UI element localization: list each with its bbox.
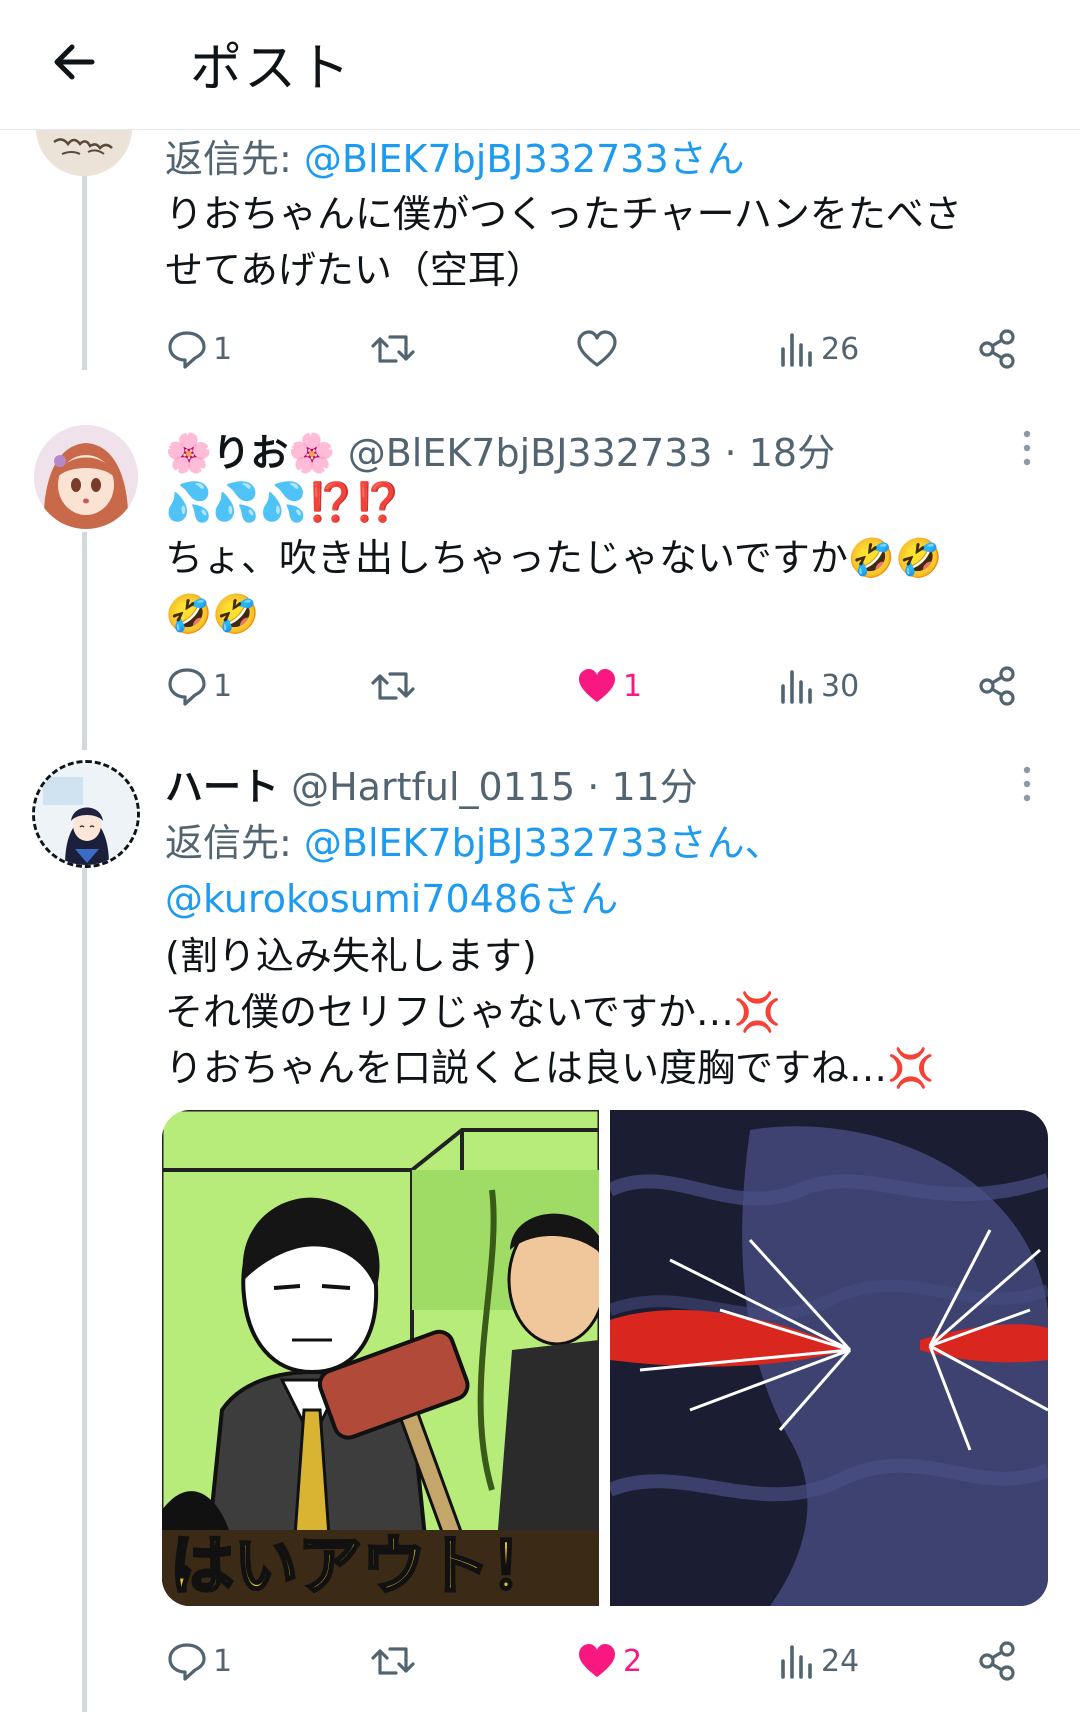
avatar-image — [35, 763, 137, 865]
reply-mention-link[interactable]: @kurokosumi70486さん — [165, 868, 618, 923]
arrow-left-icon[interactable] — [48, 36, 100, 88]
repost-icon — [371, 335, 415, 363]
display-name[interactable]: ハート — [165, 765, 279, 809]
like-count: 1 — [623, 668, 643, 704]
reply-to: 返信先: @BlEK7bjBJ332733さん — [165, 128, 745, 183]
post-header: ハート @Hartful_0115 · 11分 — [165, 756, 698, 811]
reply-icon — [168, 668, 206, 706]
reply-to: 返信先: @BlEK7bjBJ332733さん、 — [165, 812, 783, 867]
glowing-eyes-illustration — [610, 1110, 1048, 1606]
reply-to-label: 返信先: — [165, 137, 292, 181]
views-button[interactable]: 24 — [777, 1636, 859, 1686]
avatar-image — [34, 425, 138, 529]
action-bar: 1 2 24 — [165, 1636, 1035, 1686]
views-button[interactable]: 26 — [777, 324, 859, 374]
analytics-icon — [781, 670, 812, 704]
thread-line — [82, 532, 87, 750]
reply-count: 1 — [213, 668, 233, 704]
action-bar: 1 1 30 — [165, 661, 1035, 711]
page-title: ポスト — [190, 39, 353, 99]
analytics-icon — [781, 333, 812, 367]
reply-count: 1 — [213, 331, 233, 367]
post-text-line: りおちゃんに僕がつくったチャーハンをたべさ — [165, 192, 962, 236]
share-button[interactable] — [975, 324, 1019, 374]
media-image[interactable] — [610, 1110, 1048, 1606]
post-text-line: ちょ、吹き出しちゃったじゃないですか🤣🤣 — [165, 536, 943, 580]
views-count: 26 — [821, 331, 860, 367]
post-text-line: (割り込み失礼します) — [165, 934, 537, 978]
reply-mention-link[interactable]: @BlEK7bjBJ332733さん、 — [304, 821, 783, 865]
reply-button[interactable]: 1 — [165, 661, 232, 711]
repost-button[interactable] — [370, 324, 420, 374]
post-text: (割り込み失礼します) それ僕のセリフじゃないですか…💢 りおちゃんを口説くとは… — [165, 928, 1045, 1096]
post-text-line: 🤣🤣 — [165, 592, 260, 636]
media-image[interactable]: はいアウト！ — [162, 1110, 599, 1606]
analytics-icon — [781, 1645, 812, 1679]
top-bar: ポスト — [0, 0, 1080, 130]
avatar[interactable] — [34, 425, 138, 529]
share-button[interactable] — [975, 1636, 1019, 1686]
post-text-line: せてあげたい（空耳） — [165, 248, 544, 292]
heart-icon — [577, 330, 617, 367]
post-text-line: それ僕のセリフじゃないですか…💢 — [165, 990, 782, 1034]
heart-filled-icon — [579, 669, 615, 702]
more-options-icon[interactable] — [1020, 428, 1034, 468]
reply-count: 1 — [213, 1643, 233, 1679]
post-text-line: 💦💦💦⁉️⁉️ — [165, 480, 402, 524]
share-icon — [979, 329, 1015, 369]
views-count: 24 — [821, 1643, 860, 1679]
like-button[interactable]: 2 — [575, 1636, 642, 1686]
avatar[interactable] — [32, 760, 140, 868]
post-text: りおちゃんに僕がつくったチャーハンをたべさ せてあげたい（空耳） — [165, 186, 1045, 298]
share-icon — [979, 1641, 1015, 1681]
meme-illustration: はいアウト！ — [162, 1110, 599, 1606]
views-button[interactable]: 30 — [777, 661, 859, 711]
reply-icon — [168, 1643, 206, 1681]
views-count: 30 — [821, 668, 860, 704]
share-icon — [979, 666, 1015, 706]
reply-button[interactable]: 1 — [165, 324, 232, 374]
like-button[interactable] — [575, 324, 623, 374]
reply-mention-link[interactable]: @BlEK7bjBJ332733さん — [304, 137, 745, 181]
post-text-line: りおちゃんを口説くとは良い度胸ですね…💢 — [165, 1046, 935, 1090]
image-caption: はいアウト！ — [170, 1530, 554, 1604]
repost-button[interactable] — [370, 1636, 420, 1686]
handle-and-time[interactable]: @BlEK7bjBJ332733 · 18分 — [348, 431, 835, 475]
repost-button[interactable] — [370, 661, 420, 711]
action-bar: 1 26 — [165, 324, 1035, 374]
handle-and-time[interactable]: @Hartful_0115 · 11分 — [291, 765, 698, 809]
reply-to-label: 返信先: — [165, 821, 292, 865]
post-header: 🌸りお🌸 @BlEK7bjBJ332733 · 18分 — [165, 422, 835, 477]
display-name[interactable]: 🌸りお🌸 — [165, 431, 336, 475]
more-options-icon[interactable] — [1020, 764, 1034, 804]
repost-icon — [371, 672, 415, 700]
heart-filled-icon — [579, 1644, 615, 1677]
share-button[interactable] — [975, 661, 1019, 711]
thread-line — [82, 856, 87, 1712]
reply-icon — [168, 331, 206, 369]
like-count: 2 — [623, 1643, 643, 1679]
like-button[interactable]: 1 — [575, 661, 642, 711]
media-gallery: はいアウト！ — [162, 1110, 1048, 1606]
reply-button[interactable]: 1 — [165, 1636, 232, 1686]
repost-icon — [371, 1647, 415, 1675]
post-text: 💦💦💦⁉️⁉️ ちょ、吹き出しちゃったじゃないですか🤣🤣 🤣🤣 — [165, 474, 1045, 642]
